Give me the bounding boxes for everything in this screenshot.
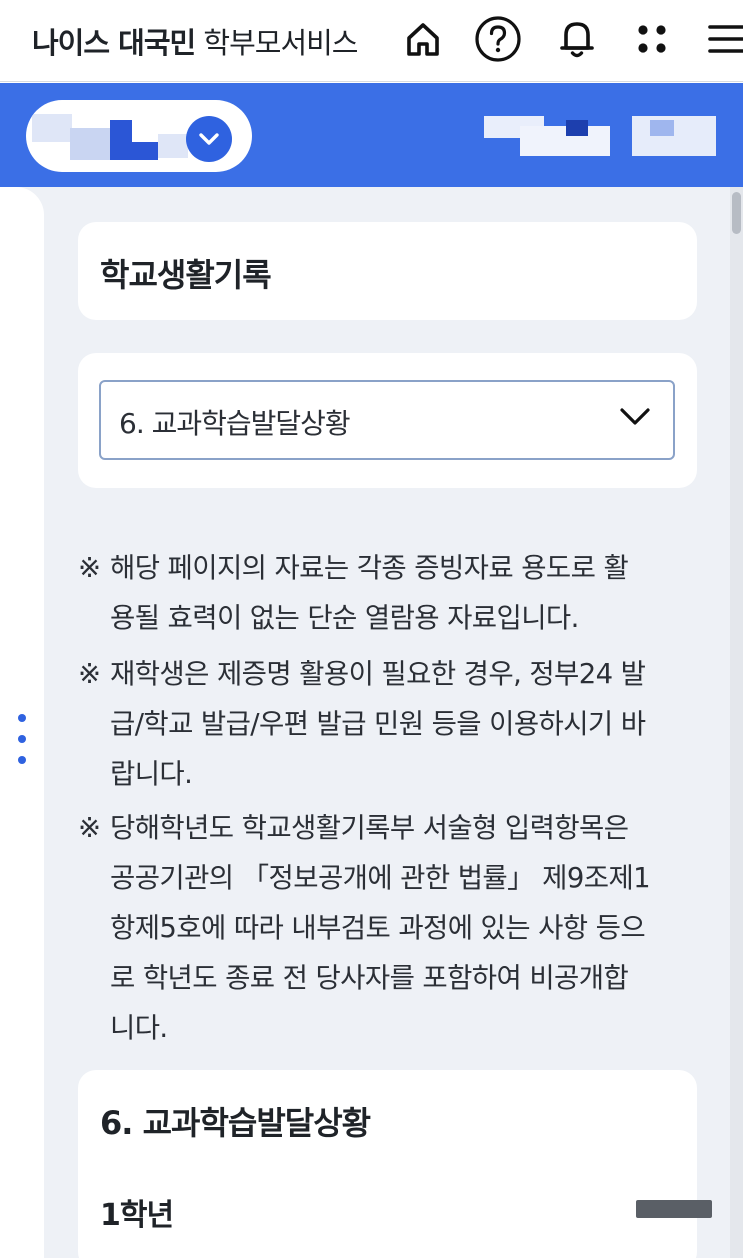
notice-line: 니다.	[110, 1012, 168, 1044]
page-title: 학교생활기록	[100, 256, 272, 294]
notice-line: 로 학년도 종료 전 당사자를 포함하여 비공개합	[110, 962, 629, 994]
section-title: 6. 교과학습발달상황	[100, 1104, 371, 1142]
category-select[interactable]: 6. 교과학습발달상황	[99, 380, 675, 460]
service-name: 학부모서비스	[203, 26, 358, 60]
grade-title: 1학년	[100, 1198, 174, 1233]
home-icon[interactable]	[398, 14, 448, 64]
service-logo[interactable]: 나이스 대국민 학부모서비스	[32, 20, 359, 62]
apps-icon[interactable]	[627, 14, 677, 64]
student-dropdown-button[interactable]	[186, 116, 232, 162]
blurred-name	[110, 120, 132, 160]
category-select-value: 6. 교과학습발달상황	[119, 407, 351, 440]
notice-line: 재학생은 제증명 활용이 필요한 경우, 정부24 발	[110, 658, 646, 690]
notice-mark: ※	[78, 552, 101, 584]
notice-line: 항제5호에 따라 내부검토 과정에 있는 사항 등으	[110, 912, 646, 944]
notice-item: ※ 재학생은 제증명 활용이 필요한 경우, 정부24 발 급/학교 발급/우편…	[78, 649, 703, 799]
notice-item: ※ 당해학년도 학교생활기록부 서술형 입력항목은 공공기관의 「정보공개에 관…	[78, 803, 703, 1053]
notice-line: 용될 효력이 없는 단순 열람용 자료입니다.	[110, 602, 579, 634]
watermark	[636, 1200, 712, 1218]
menu-icon[interactable]	[702, 14, 743, 64]
notice-line: 당해학년도 학교생활기록부 서술형 입력항목은	[110, 812, 629, 844]
blurred-name	[32, 114, 72, 142]
notice-mark: ※	[78, 812, 101, 844]
top-header: 나이스 대국민 학부모서비스	[0, 0, 743, 82]
notice-line: 공공기관의 「정보공개에 관한 법률」 제9조제1	[110, 862, 651, 894]
notice-mark: ※	[78, 658, 101, 690]
notice-line: 랍니다.	[110, 758, 193, 790]
blurred-name	[158, 134, 188, 158]
scrollbar-thumb[interactable]	[732, 192, 741, 234]
more-options-icon[interactable]	[18, 714, 28, 777]
bell-icon[interactable]	[552, 14, 602, 64]
brand-name: 나이스 대국민	[32, 26, 196, 60]
chevron-down-icon	[199, 133, 219, 145]
notice-item: ※ 해당 페이지의 자료는 각종 증빙자료 용도로 활 용될 효력이 없는 단순…	[78, 543, 703, 643]
chevron-down-icon	[619, 406, 651, 432]
blurred-name	[70, 128, 110, 160]
notice-line: 급/학교 발급/우편 발급 민원 등을 이용하시기 바	[110, 708, 646, 740]
blurred-name	[132, 142, 158, 160]
scrollbar[interactable]	[730, 187, 743, 1258]
help-icon[interactable]	[473, 14, 523, 64]
notice-line: 해당 페이지의 자료는 각종 증빙자료 용도로 활	[110, 552, 629, 584]
